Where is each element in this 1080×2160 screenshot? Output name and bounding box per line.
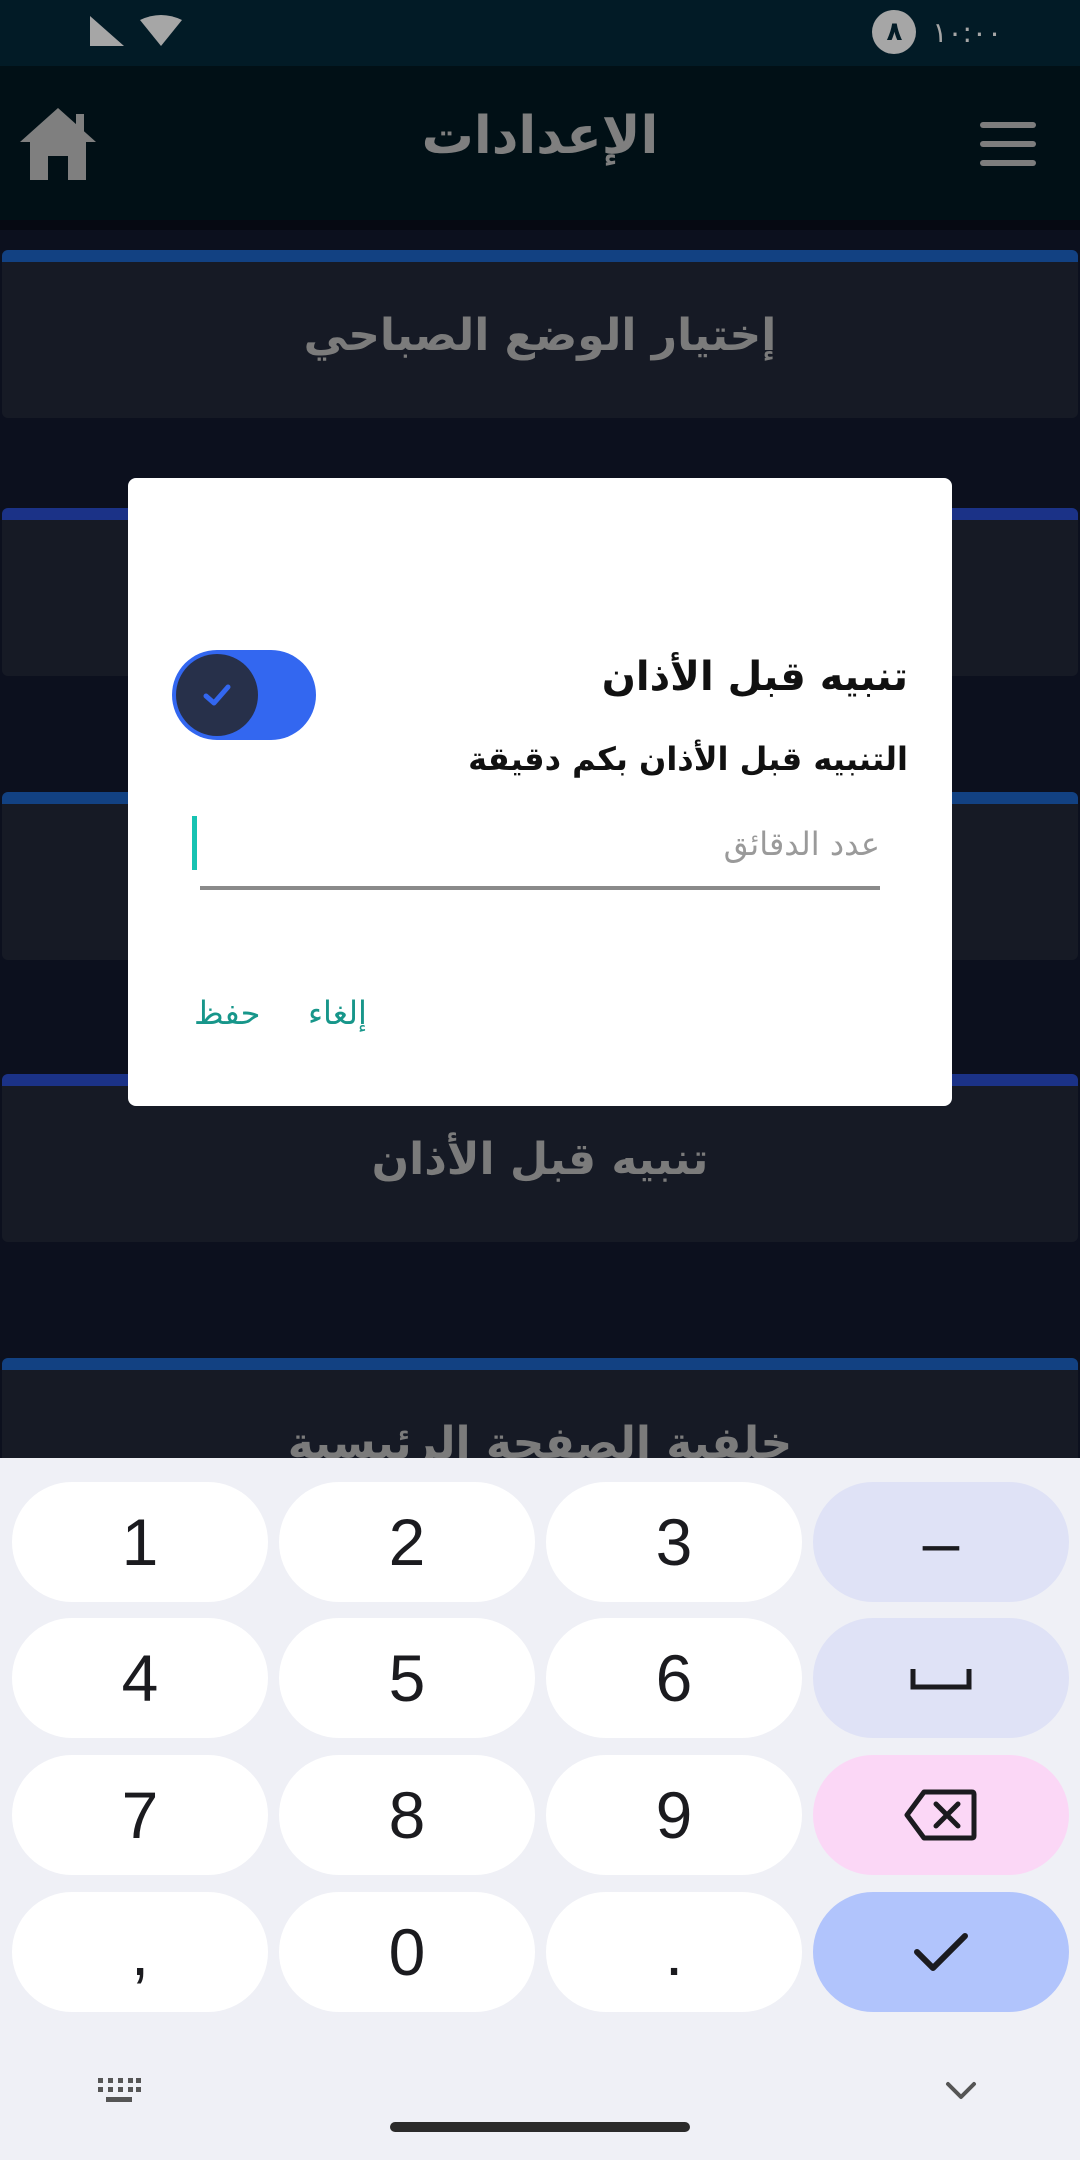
- key-2[interactable]: 2: [279, 1482, 535, 1602]
- key-4[interactable]: 4: [12, 1618, 268, 1738]
- minutes-field: [192, 808, 880, 890]
- pre-adhan-alert-dialog: تنبيه قبل الأذان التنبيه قبل الأذان بكم …: [128, 478, 952, 1106]
- key-space[interactable]: [813, 1618, 1069, 1738]
- gesture-nav-handle[interactable]: [390, 2122, 690, 2132]
- space-icon: [910, 1669, 972, 1690]
- alert-toggle-switch[interactable]: [172, 650, 316, 740]
- toggle-knob: [176, 654, 258, 736]
- key-5[interactable]: 5: [279, 1618, 535, 1738]
- key-comma[interactable]: ,: [12, 1892, 268, 2012]
- key-8[interactable]: 8: [279, 1755, 535, 1875]
- key-7[interactable]: 7: [12, 1755, 268, 1875]
- cancel-button[interactable]: إلغاء: [308, 994, 367, 1032]
- minutes-input[interactable]: [210, 814, 880, 874]
- hide-keyboard-button[interactable]: [944, 2080, 978, 2106]
- dialog-subtitle: التنبيه قبل الأذان بكم دقيقة: [468, 740, 908, 778]
- key-3[interactable]: 3: [546, 1482, 802, 1602]
- keyboard-switch-button[interactable]: [96, 2076, 142, 2110]
- check-icon: [914, 1933, 968, 1971]
- key-period[interactable]: .: [546, 1892, 802, 2012]
- save-button[interactable]: حفظ: [194, 994, 260, 1032]
- keyboard-icon: [98, 2078, 141, 2102]
- chevron-down-icon: [946, 2082, 976, 2099]
- key-6[interactable]: 6: [546, 1618, 802, 1738]
- backspace-icon: [904, 1789, 977, 1841]
- key-minus[interactable]: –: [813, 1482, 1069, 1602]
- text-cursor: [192, 816, 197, 870]
- check-icon: [203, 684, 231, 706]
- key-0[interactable]: 0: [279, 1892, 535, 2012]
- key-done[interactable]: [813, 1892, 1069, 2012]
- key-1[interactable]: 1: [12, 1482, 268, 1602]
- dialog-title: تنبيه قبل الأذان: [601, 654, 908, 700]
- key-9[interactable]: 9: [546, 1755, 802, 1875]
- key-backspace[interactable]: [813, 1755, 1069, 1875]
